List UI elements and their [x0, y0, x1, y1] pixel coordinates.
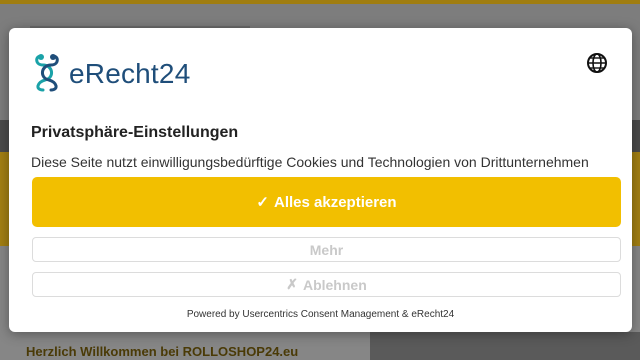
- privacy-consent-dialog: eRecht24 Privatsphäre-Einstellungen Dies…: [9, 28, 632, 332]
- globe-icon: [587, 53, 607, 73]
- deny-button[interactable]: ✗ Ablehnen: [32, 272, 621, 297]
- language-selector[interactable]: [586, 52, 608, 74]
- checkmark-icon: ✓: [256, 194, 269, 211]
- more-button[interactable]: Mehr: [32, 237, 621, 262]
- erecht24-logo: eRecht24: [31, 52, 190, 92]
- deny-label: Ablehnen: [302, 276, 367, 293]
- dialog-description: Diese Seite nutzt einwilligungsbedürftig…: [31, 154, 589, 170]
- powered-by-text: Powered by Usercentrics Consent Manageme…: [186, 309, 455, 320]
- accept-all-button[interactable]: ✓ Alles akzeptieren: [32, 177, 621, 227]
- dialog-title: Privatsphäre-Einstellungen: [31, 124, 239, 141]
- site-product-image: [370, 332, 640, 360]
- cross-icon: ✗: [286, 276, 298, 292]
- welcome-heading: Herzlich Willkommen bei ROLLOSHOP24.eu: [26, 344, 299, 359]
- accept-all-label: Alles akzeptieren: [274, 193, 397, 211]
- brand-name: eRecht24: [69, 58, 191, 89]
- erecht24-emblem-icon: [35, 54, 59, 92]
- more-label: Mehr: [309, 241, 344, 258]
